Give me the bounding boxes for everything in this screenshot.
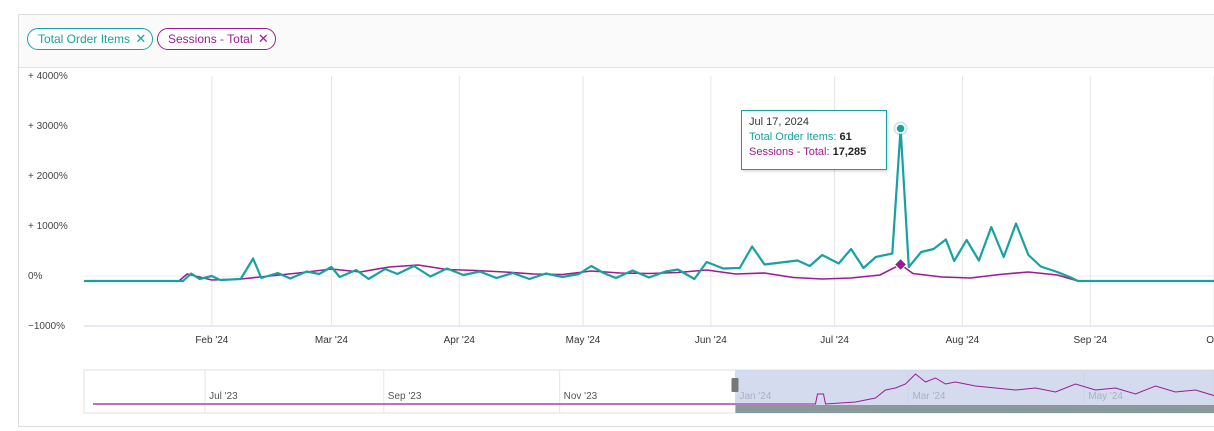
y-tick-label: + 2000% <box>28 171 68 182</box>
navigator-tick-label: Jul '23 <box>209 391 238 402</box>
y-tick-label: + 1000% <box>28 221 68 232</box>
navigator-left-handle[interactable] <box>731 378 739 392</box>
line-chart[interactable]: Feb '24 Mar '24 Apr '24 May '24 Jun '24 Jul '… <box>0 0 1214 431</box>
navigator-tick-label: Sep '23 <box>388 391 422 402</box>
navigator-mini-series-teal <box>735 405 1214 413</box>
series-line-total-order-items <box>84 127 1214 283</box>
tooltip-series1-value: 61 <box>839 131 852 143</box>
y-tick-label: + 4000% <box>28 71 68 82</box>
y-tick-label: −1000% <box>28 321 65 332</box>
tooltip-series1: Total Order Items: 61 <box>749 131 852 143</box>
x-tick-label: Aug '24 <box>946 335 980 346</box>
x-tick-label: Oct <box>1206 335 1214 346</box>
tooltip-series2-label: Sessions - Total <box>749 146 827 158</box>
tooltip-series2: Sessions - Total: 17,285 <box>749 146 867 158</box>
highlight-point-total-order-items <box>895 123 906 134</box>
x-tick-label: Apr '24 <box>444 335 476 346</box>
x-tick-label: Sep '24 <box>1073 335 1107 346</box>
x-tick-label: Feb '24 <box>195 335 228 346</box>
highlight-point-sessions-total <box>893 257 908 272</box>
tooltip-series1-label: Total Order Items <box>749 131 834 143</box>
y-tick-label: 0% <box>28 271 43 282</box>
x-tick-label: Jul '24 <box>820 335 849 346</box>
x-tick-label: Jun '24 <box>695 335 727 346</box>
y-tick-label: + 3000% <box>28 121 68 132</box>
navigator-tick-label: Nov '23 <box>564 391 598 402</box>
data-tooltip: Jul 17, 2024 Total Order Items: 61 Sessi… <box>741 110 887 170</box>
x-tick-label: May '24 <box>566 335 601 346</box>
tooltip-series2-value: 17,285 <box>832 146 867 158</box>
x-tick-label: Mar '24 <box>315 335 348 346</box>
tooltip-date: Jul 17, 2024 <box>749 116 809 128</box>
